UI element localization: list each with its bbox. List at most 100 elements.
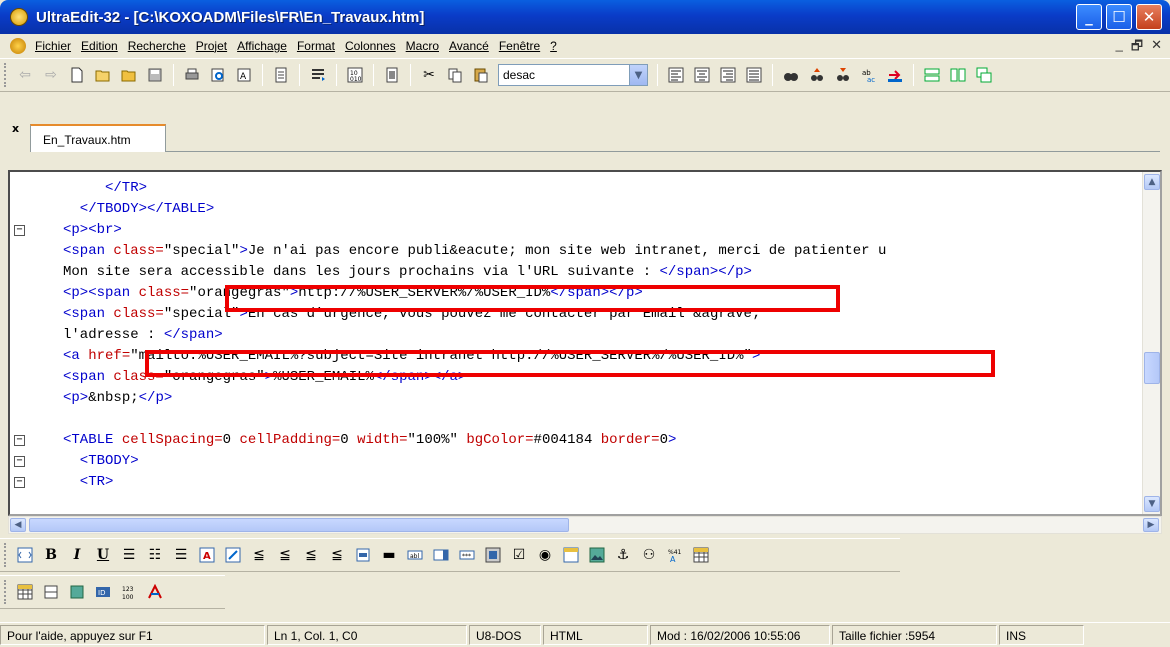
hex-mode-icon[interactable]: 10 010 xyxy=(344,64,366,86)
menu-edition[interactable]: Edition xyxy=(76,39,123,53)
form-icon[interactable] xyxy=(352,544,374,566)
ultraedit-app-icon[interactable] xyxy=(10,8,28,26)
checkbox-icon[interactable]: ☑ xyxy=(508,544,530,566)
toolbar-grip[interactable] xyxy=(4,63,8,87)
code-line[interactable]: l'adresse : </span> xyxy=(10,325,1142,346)
menu-recherche[interactable]: Recherche xyxy=(123,39,191,53)
font-color-icon[interactable]: A xyxy=(196,544,218,566)
bold-icon[interactable]: B xyxy=(40,544,62,566)
scroll-up-button[interactable]: ▲ xyxy=(1144,174,1160,190)
mdi-close-button[interactable]: ✕ xyxy=(1151,37,1162,59)
image-button-icon[interactable] xyxy=(482,544,504,566)
image-icon[interactable] xyxy=(586,544,608,566)
insert-table-icon[interactable] xyxy=(14,581,36,603)
heading2-icon[interactable]: ≦ xyxy=(274,544,296,566)
page-setup-icon[interactable]: A xyxy=(233,64,255,86)
scroll-left-button[interactable]: ◀ xyxy=(10,518,26,532)
close-button[interactable]: ✕ xyxy=(1136,4,1162,30)
menu-macro[interactable]: Macro xyxy=(401,39,444,53)
password-field-icon[interactable]: *** xyxy=(456,544,478,566)
horizontal-scrollbar[interactable]: ◀ ▶ xyxy=(8,516,1162,534)
scroll-right-button[interactable]: ▶ xyxy=(1143,518,1159,532)
fold-toggle-icon[interactable]: − xyxy=(14,225,25,236)
title-bar[interactable]: UltraEdit-32 - [C:\KOXOADM\Files\FR\En_T… xyxy=(0,0,1170,34)
code-line[interactable]: </TBODY></TABLE> xyxy=(10,199,1142,220)
character-entity-icon[interactable]: %41 A xyxy=(664,544,686,566)
cut-icon[interactable]: ✂ xyxy=(418,64,440,86)
list-box-icon[interactable] xyxy=(430,544,452,566)
special-char-icon[interactable]: ⚇ xyxy=(638,544,660,566)
horizontal-rule-icon[interactable]: ▬ xyxy=(378,544,400,566)
scroll-down-button[interactable]: ▼ xyxy=(1144,496,1160,512)
align-right-icon[interactable] xyxy=(717,64,739,86)
document-icon[interactable] xyxy=(270,64,292,86)
word-wrap-icon[interactable] xyxy=(307,64,329,86)
align-left-icon[interactable] xyxy=(665,64,687,86)
html-tag-icon[interactable] xyxy=(14,544,36,566)
code-line[interactable]: Mon site sera accessible dans les jours … xyxy=(10,262,1142,283)
fold-toggle-icon[interactable]: − xyxy=(14,435,25,446)
tab-en-travaux[interactable]: En_Travaux.htm xyxy=(30,124,166,152)
search-combo[interactable]: desac ▼ xyxy=(498,64,648,86)
toolbar-grip[interactable] xyxy=(4,580,8,604)
chevron-down-icon[interactable]: ▼ xyxy=(629,65,647,85)
toolbar-grip[interactable] xyxy=(4,543,8,567)
back-arrow-icon[interactable]: ⇦ xyxy=(14,64,36,86)
menu-help[interactable]: ? xyxy=(545,39,562,53)
code-line[interactable]: </TR> xyxy=(10,178,1142,199)
heading1-icon[interactable]: ≦ xyxy=(248,544,270,566)
code-line[interactable]: − <TR> xyxy=(10,472,1142,493)
anchor-icon[interactable]: ⚓ xyxy=(612,544,634,566)
heading4-icon[interactable]: ≦ xyxy=(326,544,348,566)
open-folder-icon[interactable] xyxy=(118,64,140,86)
tab-close-icon[interactable]: x xyxy=(12,122,19,135)
italic-icon[interactable]: I xyxy=(66,544,88,566)
menu-fichier[interactable]: Fichier xyxy=(30,39,76,53)
align-center-icon[interactable] xyxy=(691,64,713,86)
id-icon[interactable]: ID xyxy=(92,581,114,603)
code-line[interactable]: <span class="special">Je n'ai pas encore… xyxy=(10,241,1142,262)
indent-list-icon[interactable]: ☰ xyxy=(118,544,140,566)
fold-toggle-icon[interactable]: − xyxy=(14,477,25,488)
table-cell-icon[interactable] xyxy=(66,581,88,603)
underline-icon[interactable]: U xyxy=(92,544,114,566)
menu-colonnes[interactable]: Colonnes xyxy=(340,39,401,53)
find-icon[interactable] xyxy=(780,64,802,86)
menu-fenetre[interactable]: Fenêtre xyxy=(494,39,545,53)
paste-icon[interactable] xyxy=(470,64,492,86)
code-editor[interactable]: </TR> </TBODY></TABLE> − <p><br> <span clas… xyxy=(8,170,1162,516)
mdi-minimize-button[interactable]: _ xyxy=(1116,37,1123,59)
text-field-icon[interactable]: abl xyxy=(404,544,426,566)
horizontal-scroll-thumb[interactable] xyxy=(29,518,569,532)
maximize-button[interactable]: ☐ xyxy=(1106,4,1132,30)
html-validator-icon[interactable] xyxy=(144,581,166,603)
frame-icon[interactable] xyxy=(560,544,582,566)
split-vertical-icon[interactable] xyxy=(947,64,969,86)
print-preview-icon[interactable] xyxy=(207,64,229,86)
code-line[interactable]: − <TABLE cellSpacing=0 cellPadding=0 widt… xyxy=(10,430,1142,451)
bulleted-list-icon[interactable]: ☷ xyxy=(144,544,166,566)
code-area[interactable]: </TR> </TBODY></TABLE> − <p><br> <span clas… xyxy=(10,178,1142,493)
split-horizontal-icon[interactable] xyxy=(921,64,943,86)
table-icon[interactable] xyxy=(690,544,712,566)
goto-icon[interactable] xyxy=(884,64,906,86)
code-line[interactable] xyxy=(10,409,1142,430)
forward-arrow-icon[interactable]: ⇨ xyxy=(40,64,62,86)
cascade-windows-icon[interactable] xyxy=(973,64,995,86)
radio-button-icon[interactable]: ◉ xyxy=(534,544,556,566)
find-next-icon[interactable] xyxy=(806,64,828,86)
menu-affichage[interactable]: Affichage xyxy=(232,39,292,53)
search-combo-value[interactable]: desac xyxy=(499,68,629,82)
numbering-icon[interactable]: 123 100 xyxy=(118,581,140,603)
menu-avance[interactable]: Avancé xyxy=(444,39,494,53)
heading3-icon[interactable]: ≦ xyxy=(300,544,322,566)
copy-icon[interactable] xyxy=(444,64,466,86)
find-prev-icon[interactable] xyxy=(832,64,854,86)
numbered-list-icon[interactable]: ☰ xyxy=(170,544,192,566)
code-line[interactable]: − <TBODY> xyxy=(10,451,1142,472)
menu-projet[interactable]: Projet xyxy=(191,39,232,53)
code-line[interactable]: − <p><br> xyxy=(10,220,1142,241)
new-file-icon[interactable] xyxy=(66,64,88,86)
vertical-scrollbar[interactable]: ▲ ▼ xyxy=(1142,172,1160,514)
print-icon[interactable] xyxy=(181,64,203,86)
